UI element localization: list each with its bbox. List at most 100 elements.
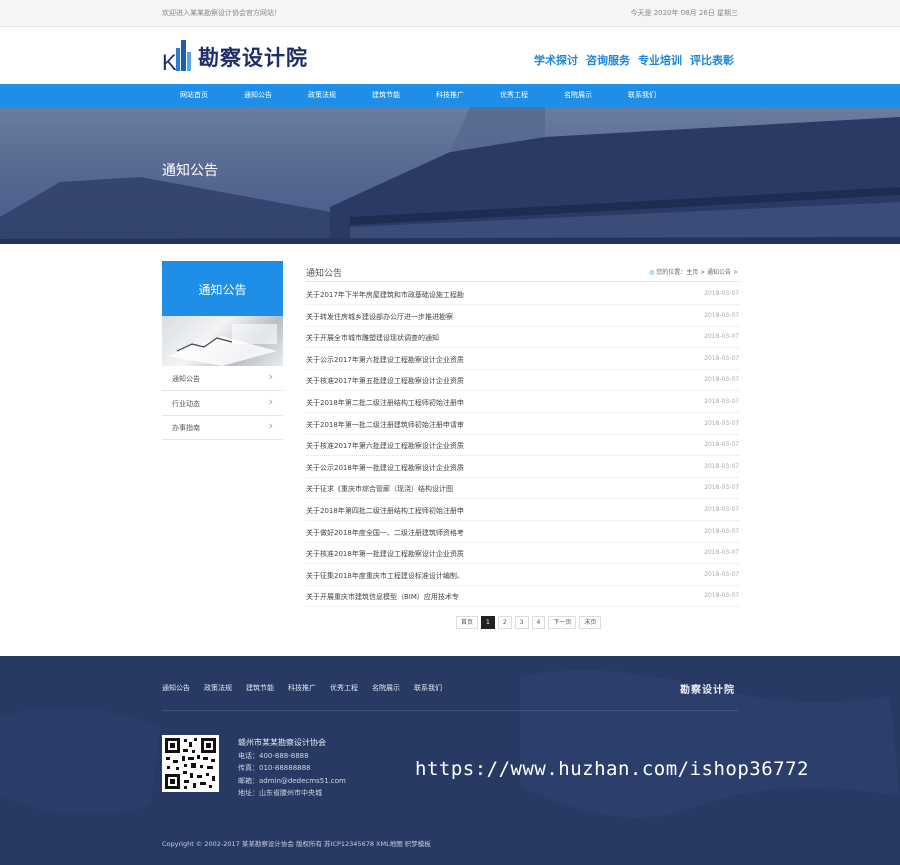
footer-link-tech[interactable]: 科技推广 (288, 683, 316, 693)
list-item-date: 2018-03-07 (704, 462, 739, 470)
list-item[interactable]: 关于2018年第二批二级注册结构工程师初始注册申 2018-03-07 (306, 391, 739, 413)
list-item[interactable]: 关于做好2018年度全国一、二级注册建筑师资格考 2018-03-07 (306, 521, 739, 543)
header-link-research[interactable]: 学术探讨 (534, 52, 578, 68)
footer-link-policies[interactable]: 政策法规 (204, 683, 232, 693)
pagination: 首页 1 2 3 4 下一页 末页 (456, 616, 602, 629)
list-title: 通知公告 (306, 269, 343, 279)
page-link[interactable]: 末页 (579, 616, 602, 629)
list-item[interactable]: 关于开展重庆市建筑信息模型（BIM）应用技术专 2018-03-07 (306, 585, 739, 608)
list-item-title[interactable]: 关于开展重庆市建筑信息模型（BIM）应用技术专 (306, 592, 459, 602)
list-item-title[interactable]: 关于转发住房城乡建设部办公厅进一步推进勘察 (306, 312, 453, 322)
list-item-title[interactable]: 关于核准2017年第五批建设工程勘察设计企业资质 (306, 376, 464, 386)
list-item-title[interactable]: 关于做好2018年度全国一、二级注册建筑师资格考 (306, 528, 464, 538)
list-item[interactable]: 关于2017年下半年房屋建筑和市政基础设施工程勘 2018-03-07 (306, 283, 739, 305)
building-illustration (0, 107, 900, 244)
page-link[interactable]: 1 (481, 616, 495, 629)
breadcrumb-text[interactable]: 您的位置：主页 > 通知公告 > (656, 269, 738, 276)
list-divider (306, 281, 739, 282)
list-item-title[interactable]: 关于2017年下半年房屋建筑和市政基础设施工程勘 (306, 290, 464, 300)
list-item-date: 2018-03-07 (704, 592, 739, 600)
list-item[interactable]: 关于2018年第四批二级注册结构工程师初始注册申 2018-03-07 (306, 499, 739, 521)
list-item-title[interactable]: 关于征集2018年度重庆市工程建设标准设计编制、 (306, 571, 464, 581)
list-item-date: 2018-03-07 (704, 570, 739, 578)
copyright-text: Copyright © 2002-2017 某某勘察设计协会 版权所有 苏ICP… (162, 840, 431, 848)
list-item-date: 2018-03-07 (704, 484, 739, 492)
list-item[interactable]: 关于转发住房城乡建设部办公厅进一步推进勘察 2018-03-07 (306, 305, 739, 327)
list-item-date: 2018-03-07 (704, 441, 739, 449)
footer-link-contact[interactable]: 联系我们 (414, 683, 442, 693)
header-link-consulting[interactable]: 咨询服务 (586, 52, 630, 68)
sidebar-image (162, 316, 283, 366)
page-link[interactable]: 下一页 (548, 616, 577, 629)
main-nav: 网站首页 通知公告 政策法规 建筑节能 科技推广 优秀工程 名院展示 联系我们 (0, 84, 900, 107)
org-name: 赣州市某某勘察设计协会 (238, 738, 326, 747)
nav-item-contact[interactable]: 联系我们 (610, 84, 674, 107)
list-item-date: 2018-03-07 (704, 506, 739, 513)
nav-item-notices[interactable]: 通知公告 (226, 84, 290, 107)
list-item-date: 2018-03-07 (704, 398, 739, 405)
top-bar: 欢迎进入某某勘察设计协会官方网站！ 今天是 2020年 08月 26日 星期三 (0, 0, 900, 27)
qr-code-icon (162, 735, 219, 792)
page-link[interactable]: 4 (531, 616, 546, 629)
logo-icon[interactable]: K (162, 38, 192, 72)
list-item-title[interactable]: 关于2018年第二批二级注册结构工程师初始注册申 (306, 398, 464, 408)
list-item-date: 2018-03-07 (704, 311, 739, 319)
chevron-right-icon: › (268, 419, 273, 432)
sidebar-item-news[interactable]: 行业动态 › (162, 391, 283, 416)
page-link[interactable]: 首页 (456, 616, 479, 629)
page-banner: 通知公告 (0, 107, 900, 244)
footer-nav: 通知公告 政策法规 建筑节能 科技推广 优秀工程 名院展示 联系我们 (162, 683, 442, 693)
list-item-title[interactable]: 关于公示2017年第六批建设工程勘察设计企业资质 (306, 355, 464, 365)
phone-text: 电话：400-888-8888 (238, 751, 309, 760)
list-item-title[interactable]: 关于核准2018年第一批建设工程勘察设计企业资质 (306, 549, 464, 559)
list-item[interactable]: 关于核准2017年第五批建设工程勘察设计企业资质 2018-03-07 (306, 369, 739, 392)
nav-item-policies[interactable]: 政策法规 (290, 84, 354, 107)
breadcrumb: ◎ 您的位置：主页 > 通知公告 > (649, 267, 738, 276)
email-text[interactable]: 邮箱：admin@dedecms51.com (238, 775, 346, 788)
watermark-text: https://www.huzhan.com/ishop36772 (415, 758, 809, 780)
sidebar-item-guide[interactable]: 办事指南 › (162, 415, 283, 440)
sidebar-heading: 通知公告 (162, 261, 283, 316)
list-item[interactable]: 关于核准2018年第一批建设工程勘察设计企业资质 2018-03-07 (306, 542, 739, 565)
sidebar-item-label: 通知公告 (172, 375, 200, 383)
logo-text[interactable]: 勘察设计院 (198, 42, 308, 72)
nav-item-projects[interactable]: 优秀工程 (482, 84, 546, 107)
sidebar-item-notices[interactable]: 通知公告 › (162, 366, 283, 391)
sidebar-item-label: 行业动态 (172, 400, 200, 408)
list-item[interactable]: 关于2018年第一批二级注册建筑师初始注册申请审 2018-03-07 (306, 413, 739, 435)
list-item[interactable]: 关于公示2017年第六批建设工程勘察设计企业资质 2018-03-07 (306, 348, 739, 370)
list-item-title[interactable]: 关于2018年第一批二级注册建筑师初始注册申请审 (306, 420, 464, 430)
list-item[interactable]: 关于开展全市城市雕塑建设现状调查的通知 2018-03-07 (306, 326, 739, 349)
header-link-training[interactable]: 专业培训 (638, 52, 682, 68)
header-links: 学术探讨 咨询服务 专业培训 评比表彰 (534, 52, 734, 68)
nav-item-institutes[interactable]: 名院展示 (546, 84, 610, 107)
list-item-date: 2018-03-07 (704, 354, 739, 362)
footer-link-institutes[interactable]: 名院展示 (372, 683, 400, 693)
nav-item-home[interactable]: 网站首页 (162, 84, 226, 107)
nav-item-energy[interactable]: 建筑节能 (354, 84, 418, 107)
list-item[interactable]: 关于征求《重庆市综合管廊（现浇）结构设计图 2018-03-07 (306, 477, 739, 500)
list-item-date: 2018-03-07 (704, 549, 739, 557)
footer-link-notices[interactable]: 通知公告 (162, 683, 190, 693)
footer-link-projects[interactable]: 优秀工程 (330, 683, 358, 693)
list-item-title[interactable]: 关于2018年第四批二级注册结构工程师初始注册申 (306, 506, 464, 516)
list-item-title[interactable]: 关于核准2017年第六批建设工程勘察设计企业资质 (306, 441, 464, 451)
welcome-text: 欢迎进入某某勘察设计协会官方网站！ (162, 9, 281, 17)
list-item[interactable]: 关于征集2018年度重庆市工程建设标准设计编制、 2018-03-07 (306, 564, 739, 586)
list-item-title[interactable]: 关于开展全市城市雕塑建设现状调查的通知 (306, 333, 439, 343)
header-link-awards[interactable]: 评比表彰 (690, 52, 734, 68)
page-link[interactable]: 3 (514, 616, 529, 629)
list-item[interactable]: 关于核准2017年第六批建设工程勘察设计企业资质 2018-03-07 (306, 434, 739, 457)
footer-logo: 勘察设计院 (680, 685, 735, 696)
nav-item-tech[interactable]: 科技推广 (418, 84, 482, 107)
footer-link-energy[interactable]: 建筑节能 (246, 683, 274, 693)
page-link[interactable]: 2 (497, 616, 512, 629)
address-text: 地址：山东省滕州市中央城 (238, 789, 322, 797)
svg-text:K: K (162, 50, 177, 72)
chevron-right-icon: › (268, 395, 273, 408)
list-item[interactable]: 关于公示2018年第一批建设工程勘察设计企业资质 2018-03-07 (306, 456, 739, 478)
list-item-date: 2018-03-07 (704, 290, 739, 297)
list-item-title[interactable]: 关于公示2018年第一批建设工程勘察设计企业资质 (306, 463, 464, 473)
list-item-title[interactable]: 关于征求《重庆市综合管廊（现浇）结构设计图 (306, 484, 453, 494)
newspaper-graphic (167, 324, 277, 366)
